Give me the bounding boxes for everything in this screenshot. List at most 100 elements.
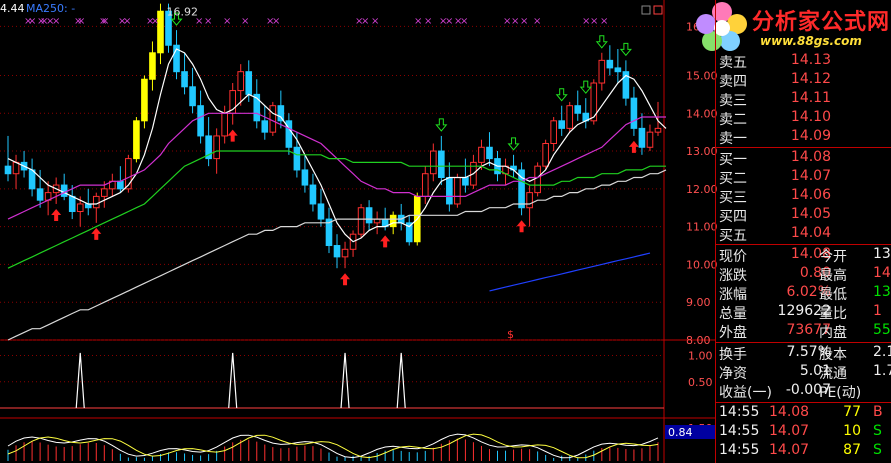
candle-body	[197, 105, 204, 137]
stat-value-2: 13	[873, 246, 891, 262]
buy-level-price: 14.08	[790, 149, 831, 165]
sell-level-row: 卖一 14.09	[715, 128, 891, 147]
stat-label: 外盘	[719, 325, 747, 341]
y-tick-label: 0.50	[688, 376, 713, 389]
sell-level-price: 14.09	[790, 128, 831, 144]
y-tick-label: 13.00	[686, 145, 718, 158]
candle-body	[221, 112, 228, 137]
candle-body	[237, 71, 245, 92]
candle-body	[646, 131, 654, 148]
candle-body	[566, 105, 574, 129]
signal-x-marker: ×	[361, 16, 369, 27]
stat-label-2: 内盘	[819, 325, 847, 341]
signal-x-marker: ×	[533, 16, 541, 27]
candle-body	[100, 188, 108, 197]
signal-x-marker: ×	[272, 16, 280, 27]
stat-label-2: 最低	[819, 287, 847, 303]
candle-body	[438, 150, 445, 178]
buy-arrow-icon	[340, 273, 351, 286]
trade-price: 14.07	[769, 442, 810, 458]
candle-body	[429, 150, 437, 175]
trade-side: S	[873, 442, 882, 458]
candle-body	[4, 165, 12, 175]
stat2-label-2: PE(动)	[819, 385, 862, 401]
ma-line-ma_magenta	[7, 112, 666, 220]
candle-body	[141, 78, 148, 122]
stat2-value-2: 2.1	[873, 344, 891, 360]
candle-body	[181, 71, 188, 88]
stat-label-2: 最高	[819, 268, 847, 284]
stat-row: 涨跌 0.80 最高 14	[715, 265, 891, 284]
signal-x-marker: ×	[52, 16, 60, 27]
sell-level-label: 卖三	[719, 93, 747, 109]
buy-level-price: 14.05	[790, 206, 831, 222]
candle-body	[630, 97, 638, 129]
sell-arrow-icon	[619, 42, 632, 57]
y-tick-label: 15.00	[686, 69, 718, 82]
trade-row: 14:55 14.08 77 B	[715, 404, 891, 423]
stat-value-2: 13	[873, 284, 891, 300]
sell-level-label: 卖五	[719, 55, 747, 71]
signal-spike	[75, 352, 85, 409]
buy-level-row: 买三 14.06	[715, 187, 891, 206]
buy-level-label: 买二	[719, 171, 747, 187]
candle-body	[558, 120, 566, 129]
sell-level-price: 14.11	[790, 90, 831, 106]
candle-body	[133, 120, 140, 160]
ma250-label: MA250: -	[26, 2, 75, 15]
trade-side: B	[873, 404, 883, 420]
candle-body	[526, 192, 533, 209]
trade-row: 14:55 14.07 87 S	[715, 442, 891, 461]
trade-volume: 87	[843, 442, 861, 458]
y-tick-label: 9.00	[686, 296, 711, 309]
signal-spike	[340, 352, 350, 409]
stat-row: 总量 129622 量比 1	[715, 303, 891, 322]
signal-x-marker: ×	[424, 16, 432, 27]
stats2-divider	[715, 342, 891, 343]
stats-divider	[715, 244, 891, 245]
candle-body	[462, 177, 469, 186]
dollar-marker: $	[507, 328, 514, 341]
signal-x-marker: ×	[511, 16, 519, 27]
sell-level-price: 14.13	[790, 52, 831, 68]
stat2-label: 换手	[719, 347, 747, 363]
stat-label-2: 今开	[819, 249, 847, 265]
trade-time: 14:55	[719, 423, 760, 439]
stat2-label: 净资	[719, 366, 747, 382]
sell-arrow-icon	[435, 118, 448, 132]
candle-body	[269, 105, 277, 133]
sell-arrow-icon	[555, 88, 568, 102]
y-tick-label: 14.00	[686, 107, 718, 120]
trade-side: S	[873, 423, 882, 439]
signal-x-marker: ×	[77, 16, 85, 27]
signal-x-marker: ×	[460, 16, 468, 27]
candle-body	[421, 173, 429, 197]
candle-body	[341, 248, 349, 258]
current-value-label: 0.84	[668, 426, 693, 439]
trade-volume: 77	[843, 404, 861, 420]
signal-spike	[396, 352, 406, 409]
candle-body	[92, 195, 100, 209]
buy-arrow-icon	[628, 140, 639, 153]
y-tick-label: 12.00	[686, 183, 718, 196]
sell-level-row: 卖二 14.10	[715, 109, 891, 128]
candle-body	[309, 184, 317, 205]
candle-body	[550, 120, 557, 144]
signal-x-marker: ×	[414, 16, 422, 27]
buy-arrow-icon	[380, 235, 391, 248]
candle-body	[213, 135, 220, 160]
buy-level-label: 买三	[719, 190, 747, 206]
window-toggle-icon	[653, 5, 663, 15]
ma-value-label: 4.44	[0, 2, 25, 15]
candle-body	[357, 207, 365, 235]
signal-x-marker: ×	[241, 16, 249, 27]
buy-level-row: 买五 14.04	[715, 225, 891, 244]
buy-level-label: 买五	[719, 228, 747, 244]
trade-time: 14:55	[719, 404, 760, 420]
sell-level-label: 卖一	[719, 131, 747, 147]
candle-body	[149, 52, 156, 80]
trade-row: 14:55 14.07 10 S	[715, 423, 891, 442]
stat-row: 现价 14.08 今开 13	[715, 246, 891, 265]
candle-body	[446, 177, 453, 205]
order-book-divider	[715, 147, 891, 148]
